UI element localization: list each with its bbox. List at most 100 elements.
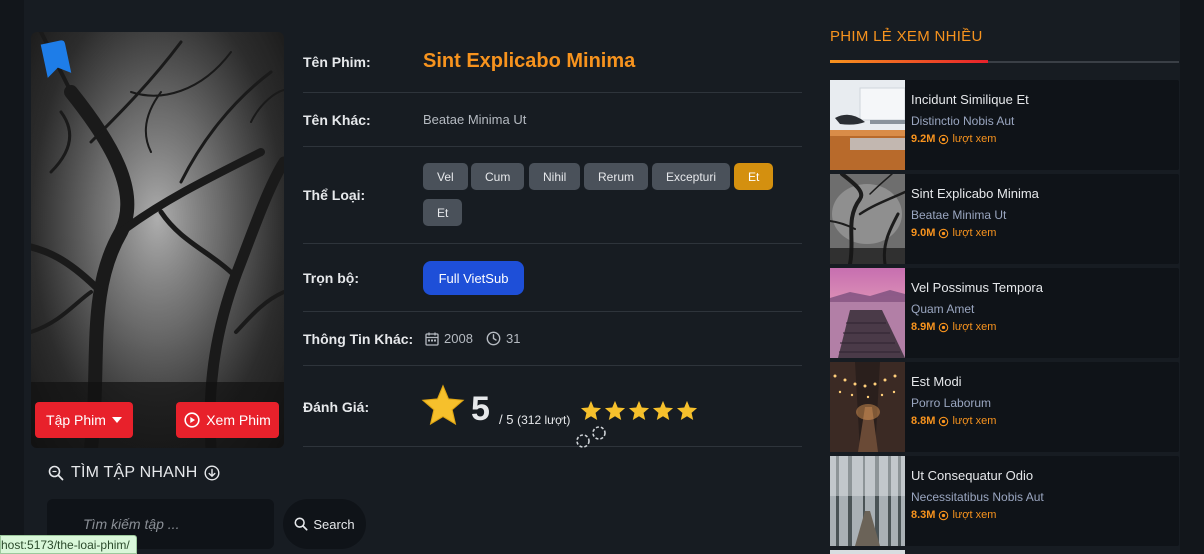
search-icon <box>294 517 308 531</box>
page-margin-right <box>1180 0 1204 554</box>
rating-star-4-icon[interactable] <box>652 400 674 421</box>
star-rating-widget[interactable] <box>580 400 698 421</box>
view-count-unit: lượt xem <box>952 415 997 427</box>
rating-label: Đánh Giá: <box>303 399 370 415</box>
watch-movie-button[interactable]: Xem Phim <box>176 402 279 438</box>
movie-name: Est Modi <box>911 374 962 389</box>
caret-down-icon <box>111 417 122 423</box>
movie-thumbnail <box>830 174 905 264</box>
search-button-label: Search <box>313 516 355 532</box>
rating-max: / 5 <box>499 412 514 427</box>
info-row-genres: Thể Loại: Vel Cum Nihil Rerum Excepturi … <box>303 147 802 244</box>
view-count-unit: lượt xem <box>952 227 997 239</box>
view-count-value: 8.9M <box>911 321 936 333</box>
search-button[interactable]: Search <box>283 499 366 549</box>
movie-title: Sint Explicabo Minima <box>423 50 636 72</box>
view-count-value: 9.0M <box>911 227 936 239</box>
other-info-label: Thông Tin Khác: <box>303 331 414 347</box>
rating-star-5-icon[interactable] <box>676 400 698 421</box>
movie-alt-name: Distinctio Nobis Aut <box>911 114 1015 128</box>
eye-icon <box>939 322 949 332</box>
eye-icon <box>939 228 949 238</box>
duration-value: 31 <box>506 331 521 346</box>
movie-alt-name: Beatae Minima Ut <box>911 208 1007 222</box>
star-icon <box>421 384 465 426</box>
movie-alt-name: Porro Laborum <box>911 396 992 410</box>
popular-movie-item[interactable]: Sint Explicabo Minima Beatae Minima Ut 9… <box>830 174 1179 264</box>
movie-thumbnail <box>830 456 905 546</box>
movie-thumbnail <box>830 80 905 170</box>
rating-value: 5 <box>471 390 490 428</box>
movie-name: Sint Explicabo Minima <box>911 186 1039 201</box>
loading-cursor-icon <box>576 426 606 448</box>
popular-movie-item[interactable]: Vel Possimus Tempora Quam Amet 8.9M lượt… <box>830 268 1179 358</box>
quick-find-title: TÌM TẬP NHANH <box>48 464 220 482</box>
episodes-dropdown-button[interactable]: Tập Phim <box>35 402 133 438</box>
clock-icon <box>486 331 501 346</box>
genre-tag[interactable]: Nihil <box>529 163 581 190</box>
status-label: Trọn bộ: <box>303 270 359 286</box>
name-label: Tên Phim: <box>303 54 371 70</box>
sidebar-title: PHIM LẺ XEM NHIỀU <box>830 28 983 45</box>
rating-count: (312 lượt) <box>517 413 571 427</box>
info-row-status: Trọn bộ: Full VietSub <box>303 244 802 312</box>
eye-icon <box>939 416 949 426</box>
play-circle-icon <box>184 412 200 428</box>
browser-status-url: host:5173/the-loai-phim/ <box>0 535 137 554</box>
info-row-alt: Tên Khác: Beatae Minima Ut <box>303 93 802 147</box>
movie-name: Vel Possimus Tempora <box>911 280 1043 295</box>
arrow-down-circle-icon <box>204 465 220 481</box>
eye-icon <box>939 510 949 520</box>
duration-info: 31 <box>486 331 520 346</box>
info-row-other: Thông Tin Khác: 2008 31 <box>303 312 802 366</box>
view-count: 8.3M lượt xem <box>911 509 996 521</box>
popular-movie-item[interactable]: Ut Consequatur Odio Necessitatibus Nobis… <box>830 456 1179 546</box>
page-margin-left <box>0 0 24 554</box>
movie-alt-name: Necessitatibus Nobis Aut <box>911 490 1044 504</box>
view-count-value: 8.8M <box>911 415 936 427</box>
sidebar-title-underline <box>830 60 988 63</box>
full-vietsub-badge[interactable]: Full VietSub <box>423 261 524 295</box>
genre-tag[interactable]: Rerum <box>584 163 649 190</box>
rating-star-2-icon[interactable] <box>604 400 626 421</box>
rating-star-3-icon[interactable] <box>628 400 650 421</box>
next-item-peek <box>830 550 905 554</box>
alt-name-value: Beatae Minima Ut <box>423 112 527 127</box>
rating-star-1-icon[interactable] <box>580 400 602 421</box>
genre-tag[interactable]: Vel <box>423 163 468 190</box>
info-row-name: Tên Phim: Sint Explicabo Minima <box>303 32 802 93</box>
genre-label: Thể Loại: <box>303 187 366 203</box>
alt-name-label: Tên Khác: <box>303 112 371 128</box>
genre-tag-active[interactable]: Et <box>734 163 774 190</box>
view-count: 8.9M lượt xem <box>911 321 996 333</box>
quick-find-label: TÌM TẬP NHANH <box>71 464 198 481</box>
genre-tag[interactable]: Excepturi <box>652 163 731 190</box>
genre-tag[interactable]: Cum <box>471 163 525 190</box>
bookmark-icon[interactable] <box>38 38 72 80</box>
movie-thumbnail <box>830 268 905 358</box>
popular-movie-item[interactable]: Est Modi Porro Laborum 8.8M lượt xem <box>830 362 1179 452</box>
movie-poster: Tập Phim Xem Phim <box>31 32 284 448</box>
view-count-value: 9.2M <box>911 133 936 145</box>
view-count: 9.2M lượt xem <box>911 133 996 145</box>
view-count: 8.8M lượt xem <box>911 415 996 427</box>
watch-button-label: Xem Phim <box>206 412 271 428</box>
year-value: 2008 <box>444 331 473 346</box>
view-count-unit: lượt xem <box>952 321 997 333</box>
view-count: 9.0M lượt xem <box>911 227 996 239</box>
view-count-value: 8.3M <box>911 509 936 521</box>
search-icon <box>48 465 64 481</box>
view-count-unit: lượt xem <box>952 509 997 521</box>
view-count-unit: lượt xem <box>952 133 997 145</box>
genre-tag[interactable]: Et <box>423 199 463 226</box>
popular-movie-item[interactable]: Incidunt Similique Et Distinctio Nobis A… <box>830 80 1179 170</box>
movie-name: Ut Consequatur Odio <box>911 468 1034 483</box>
movie-name: Incidunt Similique Et <box>911 92 1029 107</box>
movie-thumbnail <box>830 362 905 452</box>
year-info: 2008 <box>425 331 473 346</box>
poster-image <box>31 32 284 448</box>
episodes-button-label: Tập Phim <box>46 412 106 428</box>
eye-icon <box>939 134 949 144</box>
rating-summary: / 5 (312 lượt) <box>499 412 570 427</box>
calendar-icon <box>425 332 439 346</box>
